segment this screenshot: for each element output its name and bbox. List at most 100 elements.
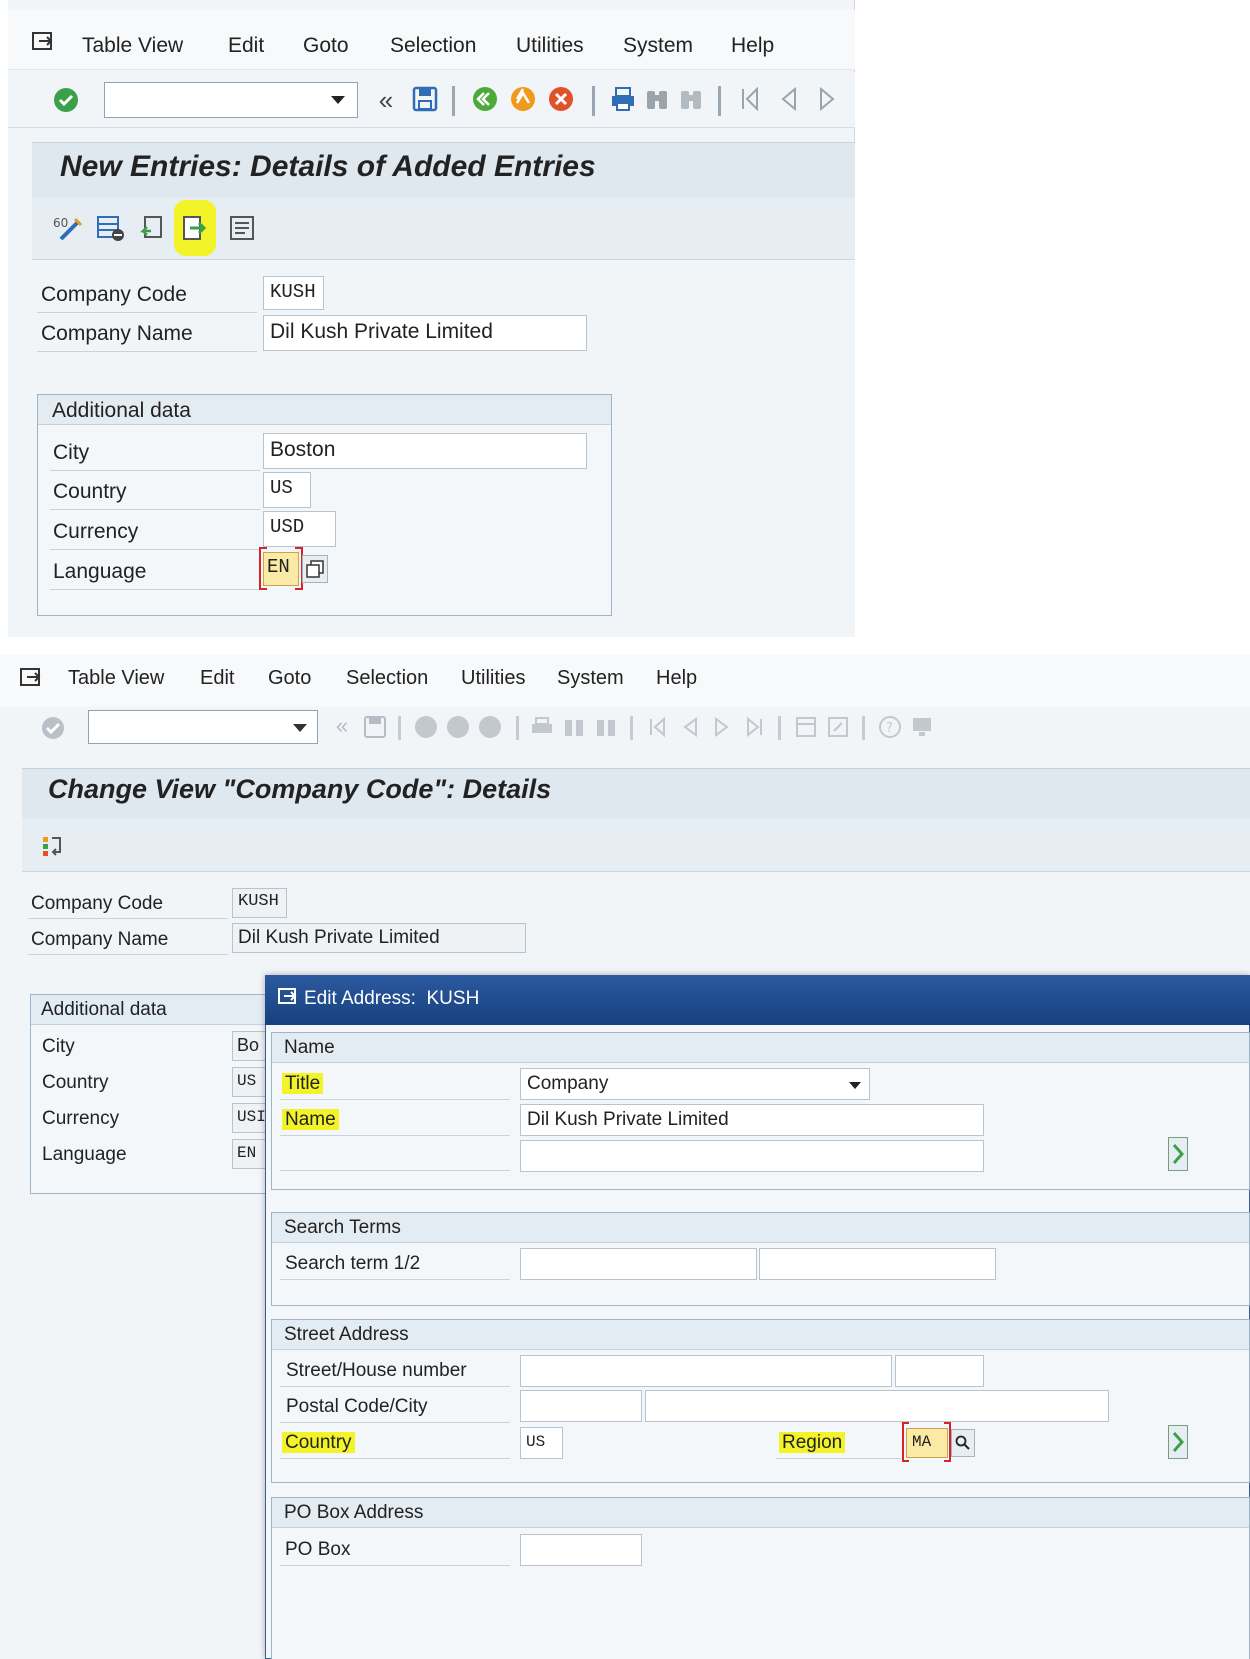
enter-check-icon[interactable] (40, 715, 66, 741)
company-code-field[interactable]: KUSH (263, 276, 324, 310)
next-page-icon[interactable] (812, 84, 842, 114)
menu-table-view[interactable]: Table View (68, 667, 164, 690)
title-select[interactable]: Company (520, 1068, 870, 1100)
next-entry-icon-highlighted[interactable] (174, 200, 216, 256)
exit-icon[interactable] (444, 713, 472, 741)
menu-goto[interactable]: Goto (303, 34, 349, 58)
enter-check-icon[interactable] (52, 86, 80, 114)
menu-table-view[interactable]: Table View (82, 34, 183, 58)
dialog-title: Edit Address: KUSH (304, 988, 480, 1009)
print-icon[interactable] (528, 713, 556, 741)
back-icon[interactable] (412, 713, 440, 741)
street-field[interactable] (520, 1355, 892, 1387)
menu-system[interactable]: System (623, 34, 693, 58)
customize-layout-icon[interactable] (908, 713, 936, 741)
exit-icon[interactable] (508, 84, 538, 114)
menu-help[interactable]: Help (656, 667, 697, 690)
find-icon[interactable] (642, 84, 672, 114)
city-field[interactable]: Boston (263, 433, 587, 469)
back-double-icon[interactable]: « (330, 713, 354, 738)
cancel-icon[interactable] (546, 84, 576, 114)
country-field[interactable]: US (520, 1427, 563, 1459)
find-icon[interactable] (560, 713, 588, 741)
save-icon[interactable] (410, 84, 440, 114)
menu-goto[interactable]: Goto (268, 667, 311, 690)
display-change-icon[interactable]: 60 (52, 212, 84, 244)
more-address-icon[interactable] (1168, 1425, 1188, 1459)
print-icon[interactable] (608, 84, 638, 114)
company-name-underline (37, 351, 257, 352)
city-field[interactable] (645, 1390, 1109, 1422)
menu-icon[interactable] (18, 666, 44, 690)
postal-code-field[interactable] (520, 1390, 642, 1422)
country-underline (280, 1458, 510, 1459)
currency-label: Currency (53, 520, 139, 543)
title-dropdown-icon[interactable] (846, 1078, 864, 1092)
search-term-2-field[interactable] (759, 1248, 996, 1280)
region-field[interactable]: MA (906, 1428, 948, 1458)
menu-edit[interactable]: Edit (200, 667, 234, 690)
last-page-icon[interactable] (740, 713, 768, 741)
delete-row-icon[interactable] (94, 212, 126, 244)
first-page-icon[interactable] (736, 84, 766, 114)
find-next-icon[interactable] (676, 84, 706, 114)
menu-help[interactable]: Help (731, 34, 774, 58)
company-name-field[interactable]: Dil Kush Private Limited (263, 315, 587, 351)
region-search-icon[interactable] (951, 1429, 975, 1457)
menu-selection[interactable]: Selection (346, 667, 428, 690)
value-help-icon[interactable] (302, 555, 328, 583)
menu-utilities[interactable]: Utilities (461, 667, 525, 690)
dialog-menu-icon[interactable] (276, 986, 300, 1008)
search-term-label: Search term 1/2 (285, 1253, 421, 1274)
city-underline (50, 470, 260, 471)
create-session-icon[interactable] (792, 713, 820, 741)
help-icon[interactable]: ? (876, 713, 904, 741)
save-icon[interactable] (362, 713, 388, 741)
back-double-icon[interactable]: « (372, 85, 400, 115)
previous-page-icon[interactable] (676, 713, 704, 741)
find-next-icon[interactable] (592, 713, 620, 741)
house-number-field[interactable] (895, 1355, 984, 1387)
currency-field[interactable]: USD (263, 511, 336, 547)
po-box-title: PO Box Address (272, 1498, 1249, 1528)
company-code-underline (28, 918, 228, 919)
company-name-field: Dil Kush Private Limited (232, 923, 526, 953)
command-field[interactable] (104, 82, 358, 118)
toolbar-separator (592, 86, 595, 116)
search-term-1-field[interactable] (520, 1248, 757, 1280)
command-field[interactable] (88, 710, 318, 744)
toolbar-separator (778, 716, 781, 740)
language-field[interactable]: EN (263, 552, 299, 586)
menu-selection[interactable]: Selection (390, 34, 476, 58)
bottom-menu-bar (0, 655, 1250, 707)
menu-edit[interactable]: Edit (228, 34, 264, 58)
po-box-section: PO Box Address (271, 1497, 1250, 1659)
details-icon[interactable] (226, 212, 258, 244)
name2-field[interactable] (520, 1140, 984, 1172)
page-title: New Entries: Details of Added Entries (60, 150, 596, 183)
select-field-icon[interactable] (38, 832, 66, 860)
po-box-field[interactable] (520, 1534, 642, 1566)
shortcut-icon[interactable] (824, 713, 852, 741)
name-field[interactable]: Dil Kush Private Limited (520, 1104, 984, 1136)
menu-system[interactable]: System (557, 667, 624, 690)
country-label: Country (42, 1072, 109, 1093)
next-page-icon[interactable] (708, 713, 736, 741)
cancel-icon[interactable] (476, 713, 504, 741)
menu-icon[interactable] (30, 30, 56, 54)
city-label: City (42, 1036, 75, 1057)
command-dropdown-icon[interactable] (328, 92, 348, 108)
previous-page-icon[interactable] (774, 84, 804, 114)
search-term-underline (280, 1279, 510, 1280)
country-label: Country (53, 480, 127, 503)
more-fields-icon[interactable] (1168, 1137, 1188, 1171)
command-dropdown-icon[interactable] (290, 720, 310, 736)
menu-utilities[interactable]: Utilities (516, 34, 584, 58)
company-name-label: Company Name (31, 929, 169, 950)
additional-data-title: Additional data (31, 995, 279, 1025)
undo-change-icon[interactable] (136, 212, 168, 244)
country-field[interactable]: US (263, 472, 311, 508)
first-page-icon[interactable] (644, 713, 672, 741)
title-label-text: Title (282, 1073, 324, 1094)
back-icon[interactable] (470, 84, 500, 114)
